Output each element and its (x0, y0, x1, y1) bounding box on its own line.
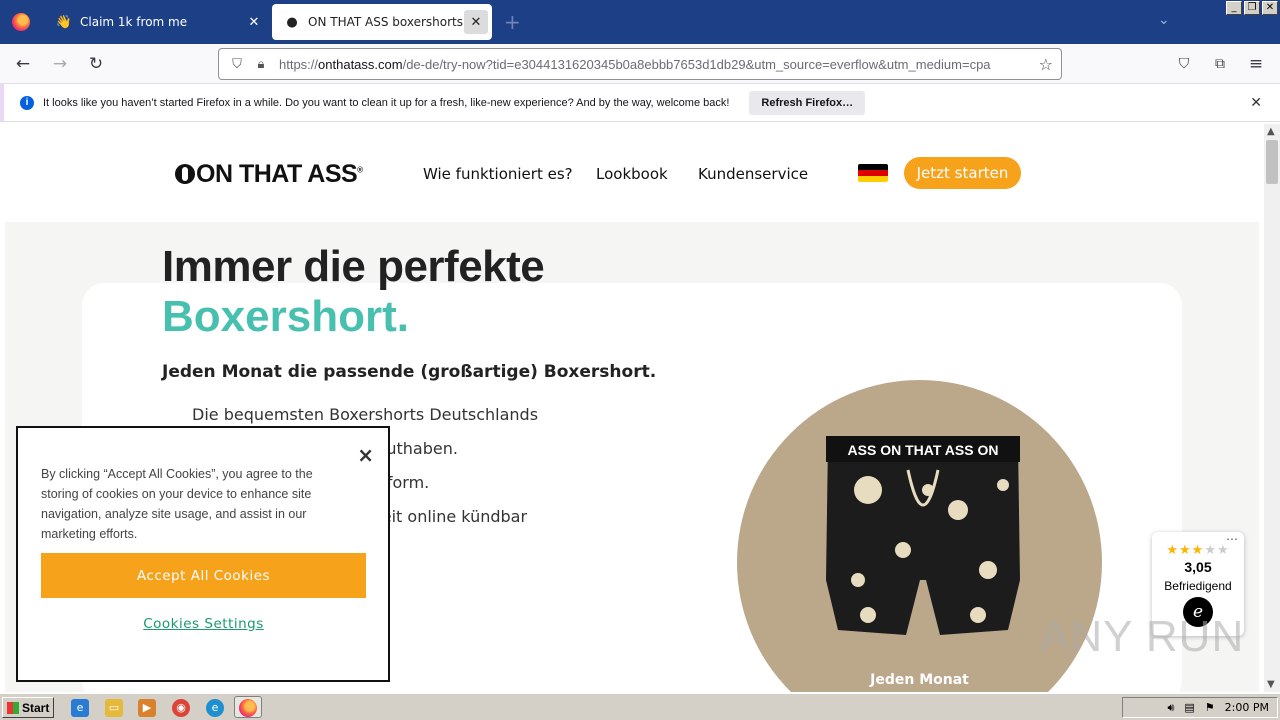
ie-icon[interactable]: e (71, 699, 89, 717)
scroll-thumb[interactable] (1266, 140, 1278, 184)
close-notification-icon[interactable]: ✕ (1250, 94, 1262, 111)
page-content: ON THAT ASS® Wie funktioniert es? Lookbo… (0, 124, 1264, 692)
boxershort-image: ASS ON THAT ASS ON (826, 436, 1020, 635)
extensions-icon[interactable]: ⧉ (1207, 52, 1233, 76)
lock-icon[interactable]: 🔒︎ (251, 57, 271, 72)
back-arrow-icon[interactable]: ← (10, 52, 36, 76)
nav-how-it-works[interactable]: Wie funktioniert es? (423, 165, 573, 183)
tab-close-icon[interactable]: ✕ (464, 10, 488, 34)
nav-lookbook[interactable]: Lookbook (596, 165, 668, 183)
hero-title-line2: Boxershort. (162, 292, 409, 341)
reload-icon[interactable]: ↻ (83, 52, 109, 76)
new-tab-icon[interactable]: + (504, 10, 521, 34)
registered-mark: ® (357, 165, 363, 175)
start-button[interactable]: Start (2, 697, 54, 718)
cookie-settings-link[interactable]: Cookies Settings (41, 616, 366, 632)
accept-cookies-button[interactable]: Accept All Cookies (41, 553, 366, 598)
firefox-logo-icon (239, 699, 257, 717)
minimize-icon[interactable]: _ (1226, 1, 1242, 15)
hamburger-menu-icon[interactable]: ≡ (1243, 52, 1269, 76)
tab-close-icon[interactable]: ✕ (242, 10, 266, 34)
info-icon: i (20, 95, 34, 110)
close-cookie-icon[interactable]: × (357, 443, 374, 467)
rating-label: Befriedigend (1164, 579, 1232, 593)
flag-icon[interactable]: ⚑ (1205, 701, 1215, 714)
url-scheme: https:// (279, 56, 319, 72)
browser-tab-bar: 👋 Claim 1k from me ✕ ● ON THAT ASS boxer… (0, 0, 1280, 44)
tab-claim[interactable]: 👋 Claim 1k from me ✕ (44, 4, 270, 40)
hero-subtitle: Jeden Monat die passende (großartige) Bo… (162, 362, 657, 382)
system-tray: 🔊︎ ▤ ⚑ 2:00 PM (1122, 697, 1278, 718)
firefox-taskbar-icon[interactable] (234, 696, 262, 718)
onthatass-favicon-icon: ● (286, 14, 298, 30)
url-domain: onthatass.com (318, 56, 403, 72)
tab-title: Claim 1k from me (80, 15, 188, 29)
rating-score: 3,05 (1184, 559, 1212, 575)
bookmark-star-icon[interactable]: ☆ (1039, 55, 1053, 74)
network-icon[interactable]: ▤ (1184, 701, 1194, 714)
nav-customer-service[interactable]: Kundenservice (698, 165, 808, 183)
waving-hand-icon: 👋 (55, 14, 73, 30)
chrome-icon[interactable]: ◉ (172, 699, 190, 717)
edge-icon[interactable]: e (206, 699, 224, 717)
german-flag-icon[interactable] (858, 164, 888, 182)
logo-mark-icon (175, 164, 195, 184)
url-path: /de-de/try-now?tid=e3044131620345b0a8ebb… (402, 56, 991, 72)
address-bar[interactable]: ⛉ 🔒︎ https://onthatass.com/de-de/try-now… (218, 48, 1062, 80)
cookie-banner: × By clicking “Accept All Cookies”, you … (16, 426, 390, 682)
firefox-logo-icon (12, 13, 30, 31)
logo-text: ON THAT ASS (196, 160, 358, 188)
start-label: Start (22, 700, 50, 715)
media-player-icon[interactable]: ▶ (138, 699, 156, 717)
cookie-text: By clicking “Accept All Cookies”, you ag… (41, 467, 313, 541)
anyrun-watermark: ANY RUN (1040, 612, 1245, 661)
firefox-menu-button[interactable] (0, 0, 42, 44)
volume-icon[interactable]: 🔊︎ (1167, 701, 1174, 715)
scroll-up-icon[interactable]: ▲ (1267, 126, 1275, 137)
hero-title-line1: Immer die perfekte (162, 242, 545, 291)
close-window-icon[interactable]: ✕ (1262, 1, 1278, 15)
folder-icon[interactable]: ▭ (105, 699, 123, 717)
tab-onthatass[interactable]: ● ON THAT ASS boxershorts ✕ (272, 4, 492, 40)
start-now-button[interactable]: Jetzt starten (904, 157, 1021, 189)
refresh-firefox-button[interactable]: Refresh Firefox… (749, 90, 866, 115)
site-logo[interactable]: ON THAT ASS® (175, 160, 363, 189)
url-text[interactable]: https://onthatass.com/de-de/try-now?tid=… (279, 57, 1039, 72)
window-controls: _ ❐ ✕ (1226, 1, 1278, 15)
more-options-icon[interactable]: ⋯ (1226, 532, 1238, 546)
tab-title: ON THAT ASS boxershorts (308, 15, 463, 29)
scroll-down-icon[interactable]: ▼ (1267, 679, 1275, 690)
windows-logo-icon (7, 701, 19, 714)
restore-icon[interactable]: ❐ (1244, 1, 1260, 15)
hero-bullet: Die bequemsten Boxershorts Deutschlands (192, 405, 539, 424)
notification-text: It looks like you haven’t started Firefo… (43, 96, 730, 109)
svg-text:ASS ON THAT ASS ON: ASS ON THAT ASS ON (848, 442, 999, 458)
pocket-icon[interactable]: ⛉ (1171, 52, 1197, 76)
clock[interactable]: 2:00 PM (1225, 701, 1269, 714)
page-scrollbar[interactable]: ▲ ▼ (1264, 124, 1280, 692)
chevron-down-icon[interactable]: ⌄ (1158, 12, 1170, 28)
product-image-label: Jeden Monat (870, 672, 969, 688)
shield-icon[interactable]: ⛉ (227, 57, 247, 72)
notification-bar: i It looks like you haven’t started Fire… (0, 84, 1280, 122)
windows-taskbar: Start e ▭ ▶ ◉ e 🔊︎ ▤ ⚑ 2:00 PM (0, 693, 1280, 720)
browser-nav-bar: ← → ↻ ⛉ 🔒︎ https://onthatass.com/de-de/t… (0, 44, 1280, 84)
forward-arrow-icon[interactable]: → (47, 52, 73, 76)
